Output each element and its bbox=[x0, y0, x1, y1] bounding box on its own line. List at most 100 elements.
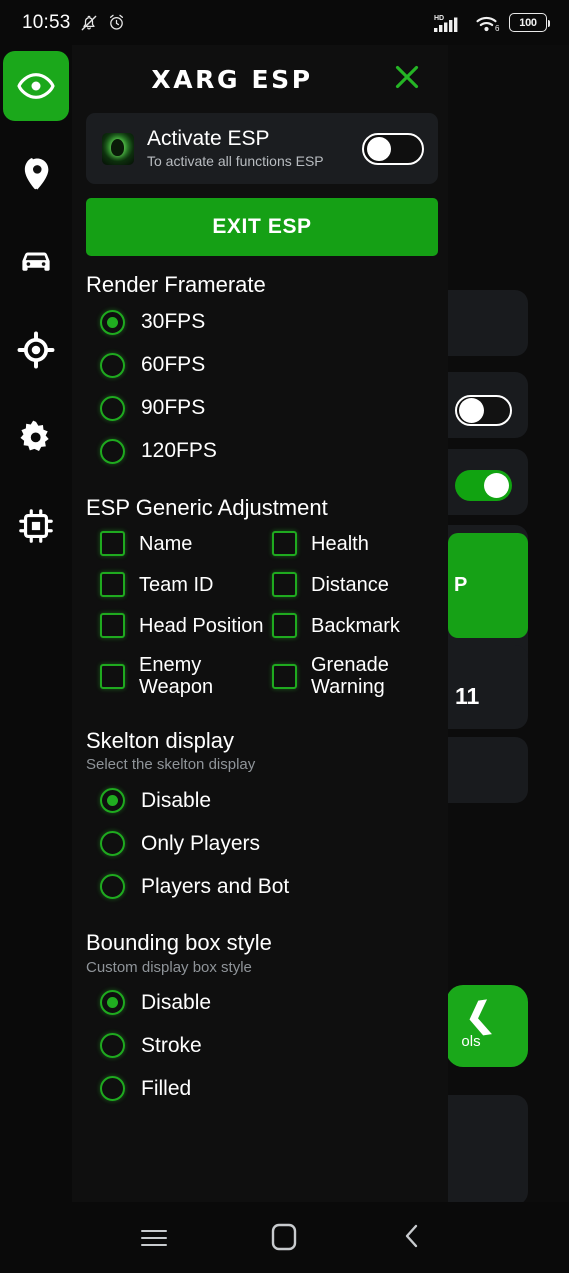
bg-toggle-off[interactable] bbox=[455, 395, 512, 426]
close-icon bbox=[392, 62, 422, 97]
clock: 10:53 bbox=[22, 11, 71, 33]
checkbox-row-grenade-warning[interactable]: Grenade Warning bbox=[272, 646, 438, 706]
checkbox-row-enemy-weapon[interactable]: Enemy Weapon bbox=[100, 646, 266, 706]
wifi-icon: 6 bbox=[475, 12, 502, 34]
sidebar-item-aim[interactable] bbox=[4, 315, 68, 385]
location-pin-icon bbox=[17, 155, 55, 193]
framerate-option-120fps[interactable]: 120FPS bbox=[86, 430, 438, 473]
nav-home-button[interactable] bbox=[254, 1208, 314, 1268]
activate-esp-title: Activate ESP bbox=[147, 127, 270, 150]
checkbox-row-distance[interactable]: Distance bbox=[272, 564, 438, 605]
toggle-knob bbox=[367, 136, 391, 161]
sidebar-item-vehicle[interactable] bbox=[4, 227, 68, 297]
checkbox-icon bbox=[272, 531, 297, 556]
battery-level: 100 bbox=[519, 16, 537, 29]
status-bar-right: HD 6 100 bbox=[434, 12, 550, 34]
alarm-icon bbox=[107, 13, 126, 32]
bg-partial-text: 11 bbox=[455, 683, 480, 709]
checkbox-label: Grenade Warning bbox=[311, 654, 389, 698]
cpu-chip-icon bbox=[17, 507, 55, 545]
checkbox-row-head-position[interactable]: Head Position bbox=[100, 605, 266, 646]
bg-toggle-knob bbox=[459, 398, 484, 423]
activate-esp-text: Activate ESP To activate all functions E… bbox=[147, 127, 349, 170]
bg-app-icon-tools[interactable]: ❮ ols bbox=[446, 985, 528, 1067]
framerate-option-label: 30FPS bbox=[141, 310, 206, 334]
panel-body: Activate ESP To activate all functions E… bbox=[72, 113, 448, 1110]
page-title: XARG ESP bbox=[151, 64, 313, 94]
radio-icon bbox=[100, 1076, 125, 1102]
radio-icon bbox=[100, 309, 125, 335]
bounding-box-option-label: Stroke bbox=[141, 1033, 202, 1057]
framerate-section-title: Render Framerate bbox=[86, 272, 266, 298]
skelton-option-label: Disable bbox=[141, 788, 212, 812]
skelton-section-title: Skelton display bbox=[86, 728, 234, 753]
exit-esp-button[interactable]: EXIT ESP bbox=[86, 198, 438, 257]
radio-icon bbox=[100, 438, 125, 464]
bounding-box-option-filled[interactable]: Filled bbox=[86, 1067, 438, 1110]
checkbox-row-name[interactable]: Name bbox=[100, 523, 266, 564]
checkbox-label: Distance bbox=[311, 573, 389, 596]
checkbox-row-team-id[interactable]: Team ID bbox=[100, 564, 266, 605]
activate-esp-toggle[interactable] bbox=[362, 132, 424, 165]
activate-esp-card[interactable]: Activate ESP To activate all functions E… bbox=[86, 113, 438, 185]
android-nav-bar bbox=[0, 1202, 569, 1273]
checkbox-icon bbox=[100, 613, 125, 638]
signal-bars-icon: HD bbox=[434, 12, 468, 34]
skelton-option-players-and-bot[interactable]: Players and Bot bbox=[86, 865, 438, 908]
framerate-option-label: 90FPS bbox=[141, 396, 206, 420]
generic-adjustment-options: Name Health Team ID Distance Head Positi… bbox=[86, 523, 438, 706]
skelton-option-disable[interactable]: Disable bbox=[86, 779, 438, 822]
close-button[interactable] bbox=[390, 62, 424, 96]
svg-text:HD: HD bbox=[434, 15, 444, 22]
bg-app-icon-caption: ols bbox=[461, 1033, 481, 1051]
checkbox-label: Backmark bbox=[311, 614, 400, 637]
checkbox-label: Enemy Weapon bbox=[139, 654, 214, 698]
bg-green-button-label: P bbox=[454, 574, 468, 596]
bg-app-icon-glyph: ❮ bbox=[462, 994, 496, 1037]
framerate-option-label: 120FPS bbox=[141, 439, 217, 463]
sidebar-item-location[interactable] bbox=[4, 139, 68, 209]
status-bar-left: 10:53 bbox=[22, 12, 126, 34]
generic-adjustment-section-title: ESP Generic Adjustment bbox=[86, 494, 328, 520]
bounding-box-section-title: Bounding box style bbox=[86, 930, 272, 956]
radio-icon bbox=[100, 395, 125, 421]
framerate-option-60fps[interactable]: 60FPS bbox=[86, 344, 438, 387]
crosshair-icon bbox=[17, 331, 55, 369]
bounding-box-option-disable[interactable]: Disable bbox=[86, 981, 438, 1024]
radio-icon bbox=[100, 788, 125, 814]
radio-icon bbox=[100, 1033, 125, 1059]
checkbox-icon bbox=[272, 572, 297, 597]
bounding-box-section-subtitle: Custom display box style bbox=[86, 958, 252, 976]
bounding-box-options: Disable Stroke Filled bbox=[86, 981, 438, 1110]
checkbox-icon bbox=[100, 572, 125, 597]
home-icon bbox=[271, 1221, 297, 1256]
skelton-options: Disable Only Players Players and Bot bbox=[86, 779, 438, 908]
checkbox-row-health[interactable]: Health bbox=[272, 523, 438, 564]
skelton-option-only-players[interactable]: Only Players bbox=[86, 822, 438, 865]
skelton-section-subtitle: Select the skelton display bbox=[86, 756, 256, 774]
nav-back-button[interactable] bbox=[382, 1208, 442, 1268]
battery-icon: 100 bbox=[509, 13, 550, 32]
svg-text:6: 6 bbox=[495, 24, 500, 33]
eye-icon bbox=[16, 66, 56, 106]
esp-overlay-panel: XARG ESP Activate ESP To activate all fu… bbox=[72, 45, 448, 1202]
bounding-box-option-stroke[interactable]: Stroke bbox=[86, 1024, 438, 1067]
checkbox-label: Name bbox=[139, 532, 193, 555]
status-bar: 10:53 HD 6 100 bbox=[0, 0, 569, 45]
bg-toggle-on[interactable] bbox=[455, 470, 512, 501]
sidebar-item-memory[interactable] bbox=[4, 491, 68, 561]
checkbox-icon bbox=[272, 613, 297, 638]
nav-recents-button[interactable] bbox=[124, 1208, 184, 1268]
framerate-option-30fps[interactable]: 30FPS bbox=[86, 301, 438, 344]
bg-green-button[interactable]: P bbox=[448, 533, 528, 638]
checkbox-row-backmark[interactable]: Backmark bbox=[272, 605, 438, 646]
sidebar-item-esp[interactable] bbox=[3, 51, 69, 121]
framerate-option-90fps[interactable]: 90FPS bbox=[86, 387, 438, 430]
recents-icon bbox=[141, 1225, 167, 1250]
phone-screen: P 11 ❮ ols 10:53 HD 6 100 XARG ESP Activ… bbox=[0, 0, 569, 1273]
radio-icon bbox=[100, 990, 125, 1016]
skelton-option-label: Players and Bot bbox=[141, 874, 290, 898]
sidebar-item-settings[interactable] bbox=[4, 403, 68, 473]
sidebar-rail bbox=[0, 45, 72, 1227]
framerate-options: 30FPS 60FPS 90FPS 120FPS bbox=[86, 301, 438, 473]
